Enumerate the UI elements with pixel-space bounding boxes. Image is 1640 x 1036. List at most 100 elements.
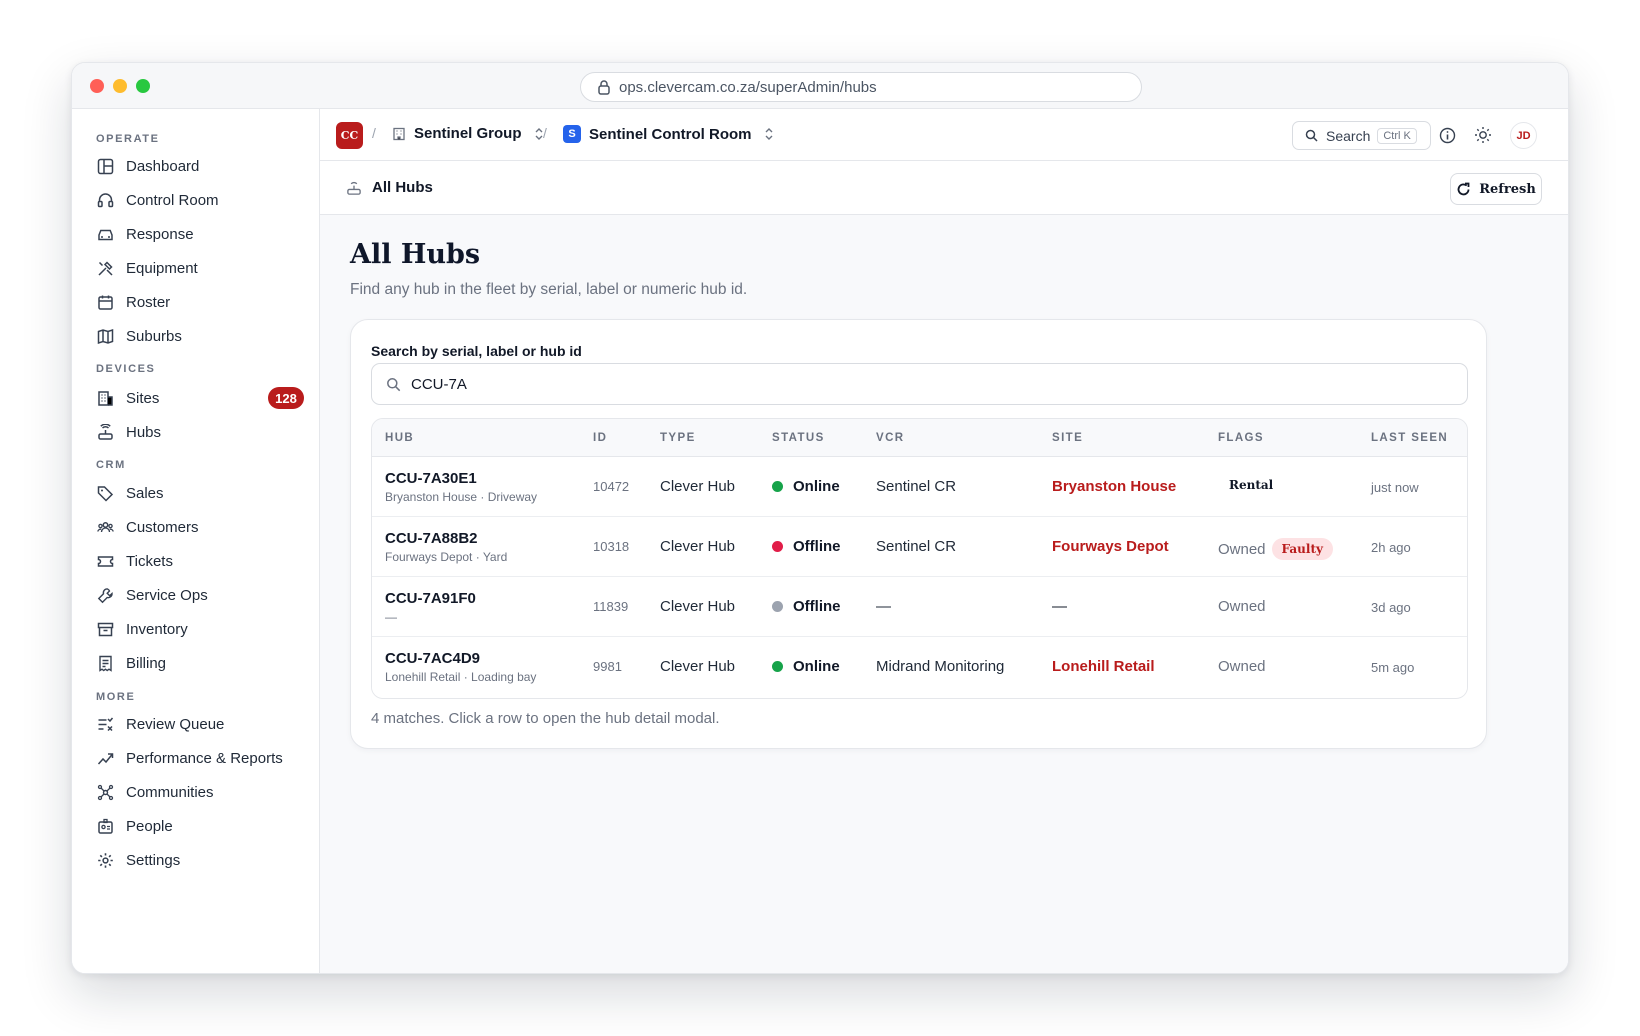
sidebar-item-sales[interactable]: Sales	[96, 479, 304, 507]
sidebar-item-sites[interactable]: Sites 128	[96, 384, 304, 412]
sidebar-item-settings[interactable]: Settings	[96, 846, 304, 874]
table-row[interactable]: CCU-7AC4D9 Lonehill Retail · Loading bay…	[372, 637, 1467, 697]
car-icon	[96, 225, 114, 243]
ownership-flag: Owned	[1218, 658, 1266, 675]
headset-icon	[96, 191, 114, 209]
hub-type: Clever Hub	[660, 478, 736, 495]
sidebar-item-hubs[interactable]: Hubs	[96, 418, 304, 446]
page-header-label: All Hubs	[372, 179, 433, 196]
sidebar-item-people[interactable]: People	[96, 812, 304, 840]
id-badge-icon	[96, 817, 114, 835]
status-dot-online	[772, 481, 783, 492]
column-header-vcr[interactable]: VCR	[876, 432, 904, 444]
sidebar-item-service-ops[interactable]: Service Ops	[96, 581, 304, 609]
results-summary: 4 matches. Click a row to open the hub d…	[371, 710, 720, 727]
search-icon	[1305, 129, 1318, 142]
network-icon	[96, 783, 114, 801]
hub-status: Offline	[772, 598, 841, 615]
hub-search-input[interactable]	[411, 375, 1311, 393]
hub-vcr: Sentinel CR	[876, 538, 957, 555]
search-field-label: Search by serial, label or hub id	[371, 343, 582, 359]
last-seen: just now	[1371, 480, 1419, 495]
sidebar-item-review-queue[interactable]: Review Queue	[96, 710, 304, 738]
room-name: Sentinel Control Room	[589, 125, 752, 143]
status-dot-unknown	[772, 601, 783, 612]
sidebar-item-response[interactable]: Response	[96, 220, 304, 248]
archive-icon	[96, 620, 114, 638]
sidebar-item-label: Sites	[126, 389, 160, 407]
building-icon	[96, 389, 114, 407]
table-row[interactable]: CCU-7A91F0 — 11839 Clever Hub Offline — …	[372, 577, 1467, 637]
room-initial-badge: S	[563, 125, 581, 143]
site-empty: —	[1052, 598, 1067, 615]
sidebar-item-label: People	[126, 817, 173, 835]
site-link[interactable]: Bryanston House	[1052, 478, 1176, 495]
building-icon	[393, 127, 405, 140]
browser-window: ops.clevercam.co.za/superAdmin/hubs OPER…	[71, 62, 1569, 974]
sidebar-item-control-room[interactable]: Control Room	[96, 186, 304, 214]
hub-flags: Owned	[1218, 598, 1266, 615]
sidebar-item-tickets[interactable]: Tickets	[96, 547, 304, 575]
info-icon[interactable]	[1437, 125, 1457, 145]
sidebar-item-label: Hubs	[126, 423, 162, 441]
sidebar-item-label: Customers	[126, 518, 199, 536]
column-header-status[interactable]: STATUS	[772, 432, 825, 444]
sidebar-item-performance-reports[interactable]: Performance & Reports	[96, 744, 304, 772]
sidebar-item-inventory[interactable]: Inventory	[96, 615, 304, 643]
column-header-type[interactable]: TYPE	[660, 432, 696, 444]
refresh-button[interactable]: Refresh	[1450, 173, 1542, 205]
address-bar[interactable]: ops.clevercam.co.za/superAdmin/hubs	[580, 72, 1142, 102]
site-link[interactable]: Fourways Depot	[1052, 538, 1169, 555]
site-link[interactable]: Lonehill Retail	[1052, 658, 1155, 675]
maximize-window-button[interactable]	[136, 79, 150, 93]
control-room-switcher[interactable]: S Sentinel Control Room	[563, 125, 774, 143]
hub-search-field[interactable]	[371, 363, 1468, 405]
sidebar-item-label: Response	[126, 225, 194, 243]
lock-icon	[598, 80, 610, 95]
section-label-crm: CRM	[96, 459, 126, 471]
section-label-devices: DEVICES	[96, 363, 156, 375]
ownership-flag: Owned	[1218, 598, 1266, 615]
sidebar-item-equipment[interactable]: Equipment	[96, 254, 304, 282]
dashboard-icon	[96, 157, 114, 175]
page-header-title: All Hubs	[346, 179, 433, 196]
hub-type: Clever Hub	[660, 538, 736, 555]
last-seen: 5m ago	[1371, 660, 1415, 675]
breadcrumb-separator: /	[543, 125, 547, 141]
column-header-flags[interactable]: FLAGS	[1218, 432, 1264, 444]
page-subtitle: Find any hub in the fleet by serial, lab…	[350, 281, 748, 298]
sidebar-item-label: Dashboard	[126, 157, 200, 175]
sidebar-item-roster[interactable]: Roster	[96, 288, 304, 316]
table-row[interactable]: CCU-7A88B2 Fourways Depot · Yard 10318 C…	[372, 517, 1467, 577]
hub-id: 9981	[593, 659, 622, 674]
global-search-button[interactable]: Search Ctrl K	[1292, 121, 1431, 150]
close-window-button[interactable]	[90, 79, 104, 93]
sidebar-item-label: Control Room	[126, 191, 219, 209]
list-check-icon	[96, 715, 114, 733]
column-header-hub[interactable]: HUB	[385, 432, 414, 444]
status-text: Online	[793, 658, 840, 675]
column-header-site[interactable]: SITE	[1052, 432, 1083, 444]
sidebar-item-billing[interactable]: Billing	[96, 649, 304, 677]
sidebar-item-communities[interactable]: Communities	[96, 778, 304, 806]
chevron-updown-icon	[765, 128, 772, 140]
main-area: CC / Sentinel Group / S Sentinel Control…	[320, 109, 1568, 973]
column-header-id[interactable]: ID	[593, 432, 607, 444]
brand-logo[interactable]: CC	[336, 122, 363, 149]
sidebar-item-customers[interactable]: Customers	[96, 513, 304, 541]
sidebar-item-label: Billing	[126, 654, 167, 672]
receipt-icon	[96, 654, 114, 672]
hub-serial: CCU-7A91F0	[385, 590, 476, 607]
sidebar-item-suburbs[interactable]: Suburbs	[96, 322, 304, 350]
sidebar-item-label: Equipment	[126, 259, 198, 277]
column-header-last-seen[interactable]: LAST SEEN	[1371, 432, 1448, 444]
hub-id: 11839	[593, 599, 629, 614]
hub-flags: Owned Faulty	[1218, 538, 1333, 560]
minimize-window-button[interactable]	[113, 79, 127, 93]
org-switcher[interactable]: Sentinel Group	[392, 125, 544, 142]
theme-toggle-icon[interactable]	[1473, 125, 1493, 145]
map-icon	[96, 327, 114, 345]
sidebar-item-dashboard[interactable]: Dashboard	[96, 152, 304, 180]
table-row[interactable]: CCU-7A30E1 Bryanston House · Driveway 10…	[372, 457, 1467, 517]
user-avatar[interactable]: JD	[1510, 122, 1537, 149]
